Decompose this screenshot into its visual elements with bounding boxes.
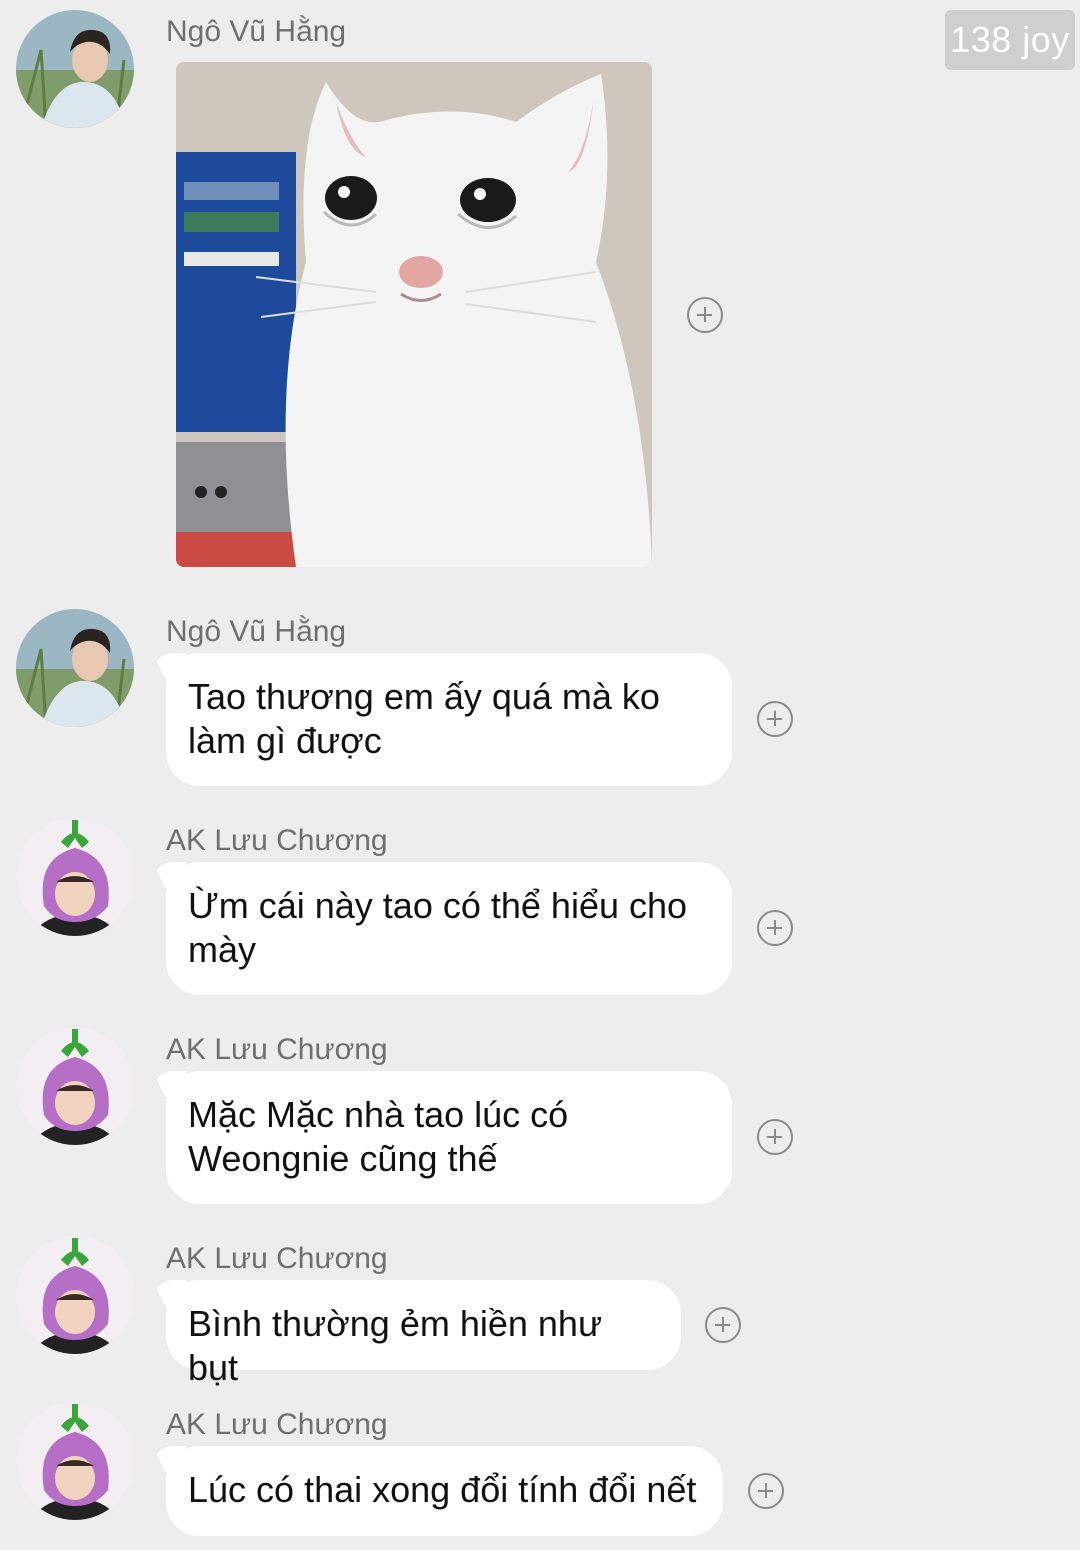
avatar[interactable] (16, 1027, 134, 1145)
avatar[interactable] (16, 609, 134, 727)
avatar[interactable] (16, 1236, 134, 1354)
sender-name: AK Lưu Chương (166, 1033, 388, 1066)
message-bubble[interactable]: Tao thương em ấy quá mà ko làm gì được (166, 653, 732, 786)
image-message[interactable] (176, 62, 652, 567)
watermark-badge: 138 joy (945, 10, 1075, 70)
avatar[interactable] (16, 10, 134, 128)
sender-name: AK Lưu Chương (166, 1408, 388, 1441)
message-bubble[interactable]: Ừm cái này tao có thể hiểu cho mày (166, 862, 732, 995)
add-reaction-icon[interactable] (757, 910, 793, 946)
sender-name: AK Lưu Chương (166, 824, 388, 857)
avatar[interactable] (16, 1402, 134, 1520)
message-line: Weongnie cũng thế (188, 1138, 498, 1179)
message-bubble[interactable]: Bình thường ẻm hiền như bụt (166, 1280, 681, 1388)
message-line: làm gì được (188, 720, 382, 761)
sender-name: Ngô Vũ Hằng (166, 15, 347, 48)
add-reaction-icon[interactable] (757, 1119, 793, 1155)
add-reaction-icon[interactable] (757, 701, 793, 737)
message-line: Lúc có thai xong đổi tính đổi nết (188, 1469, 697, 1510)
message-line: Ừm cái này tao có thể hiểu cho (188, 885, 688, 926)
message-line: Tao thương em ấy quá mà ko (188, 676, 660, 717)
add-reaction-icon[interactable] (687, 297, 723, 333)
message-bubble[interactable]: Mặc Mặc nhà tao lúc có Weongnie cũng thế (166, 1071, 732, 1204)
message-bubble[interactable]: Lúc có thai xong đổi tính đổi nết (166, 1446, 723, 1536)
add-reaction-icon[interactable] (748, 1473, 784, 1509)
message-line: mày (188, 929, 257, 970)
message-line: Bình thường ẻm hiền như bụt (188, 1303, 603, 1388)
chat-screen: 138 joy Ngô Vũ Hằng Ngô Vũ Hằng Tao thươ… (0, 0, 1080, 1550)
sender-name: AK Lưu Chương (166, 1242, 388, 1275)
add-reaction-icon[interactable] (705, 1307, 741, 1343)
avatar[interactable] (16, 818, 134, 936)
message-line: Mặc Mặc nhà tao lúc có (188, 1094, 569, 1135)
sender-name: Ngô Vũ Hằng (166, 615, 347, 648)
